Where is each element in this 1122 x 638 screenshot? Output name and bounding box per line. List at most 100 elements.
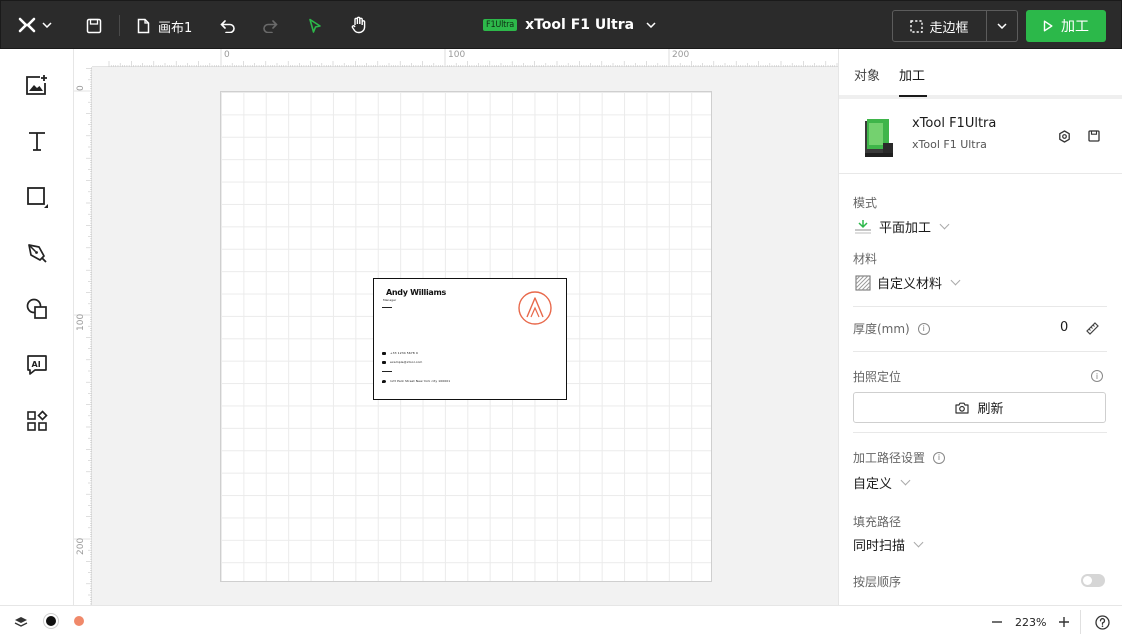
- pen-tool[interactable]: [22, 238, 52, 268]
- card-phone-text: +33 1234 5678 9: [390, 351, 418, 355]
- card-role-text: Manager: [383, 298, 397, 302]
- text-tool[interactable]: [22, 126, 52, 156]
- flat-laser-icon: [855, 219, 871, 234]
- panel-divider: [853, 432, 1107, 433]
- panel-tabs: 对象 加工: [839, 49, 1122, 99]
- email-icon: [382, 360, 386, 364]
- dashed-square-icon: [910, 19, 924, 33]
- select-tool-button[interactable]: [304, 15, 326, 37]
- right-panel: 对象 加工 xTool F1Ultra xTool F1 Ultra 模式 平面…: [838, 49, 1122, 605]
- plus-icon: [1059, 617, 1069, 627]
- tab-process[interactable]: 加工: [899, 65, 925, 84]
- layer-order-toggle[interactable]: [1081, 574, 1105, 587]
- document-icon: [137, 18, 150, 34]
- mode-label: 模式: [853, 196, 878, 210]
- layers-button[interactable]: [12, 614, 30, 630]
- pen-nib-icon: [28, 244, 47, 263]
- shapes-library-tool[interactable]: [22, 294, 52, 324]
- color-swatch: [46, 616, 56, 626]
- panel-divider: [853, 351, 1107, 352]
- redo-button[interactable]: [259, 15, 281, 37]
- frame-options-dropdown[interactable]: [987, 11, 1017, 41]
- mode-value: 平面加工: [879, 221, 932, 236]
- hand-icon: [351, 16, 366, 34]
- text-t-icon: [29, 132, 45, 151]
- undo-button[interactable]: [217, 15, 239, 37]
- ruler-left-label: 200: [76, 537, 86, 555]
- save-button[interactable]: [83, 15, 105, 37]
- info-icon[interactable]: i: [917, 322, 930, 335]
- business-card-object[interactable]: Andy Williams Manager +33 1234 5678 9 ex…: [373, 278, 567, 400]
- material-select[interactable]: 自定义材料: [855, 273, 961, 292]
- apps-tool[interactable]: [22, 406, 52, 436]
- play-icon: [1043, 20, 1053, 32]
- panel-divider: [853, 306, 1107, 307]
- ruler-measure-icon: [1085, 321, 1099, 335]
- chevron-down-icon: [997, 23, 1007, 29]
- refresh-label: 刷新: [977, 402, 1004, 417]
- ai-chat-icon: AI: [27, 355, 47, 375]
- fill-path-select[interactable]: 同时扫描: [853, 535, 924, 554]
- apps-grid-icon: [27, 410, 48, 431]
- top-bar: 画布1 F1Ultra xTool F1 Ultra 走边框 加工: [0, 0, 1122, 49]
- bottom-bar: 223%: [0, 605, 1122, 638]
- process-label: 加工: [1061, 19, 1089, 35]
- device-save-button[interactable]: [1087, 129, 1101, 143]
- app-menu-button[interactable]: [15, 15, 55, 35]
- layer-color-black[interactable]: [46, 616, 56, 626]
- redo-icon: [263, 20, 278, 33]
- help-question-icon: [1094, 614, 1110, 630]
- tab-object[interactable]: 对象: [854, 65, 880, 84]
- thickness-row: 厚度(mm) i: [853, 320, 930, 337]
- work-area-grid[interactable]: Andy Williams Manager +33 1234 5678 9 ex…: [220, 91, 712, 582]
- zoom-in-button[interactable]: [1057, 615, 1071, 629]
- square-shape-icon: [27, 187, 48, 208]
- zoom-out-button[interactable]: [990, 615, 1004, 629]
- ruler-top-label: 0: [224, 50, 230, 60]
- device-selector[interactable]: F1Ultra xTool F1 Ultra: [483, 14, 656, 36]
- card-logo-icon: [518, 291, 552, 325]
- thickness-value[interactable]: 0: [1060, 320, 1068, 335]
- undo-icon: [220, 20, 235, 33]
- frame-label: 走边框: [929, 20, 969, 36]
- device-settings-button[interactable]: [1057, 129, 1071, 143]
- chevron-down-icon: [42, 22, 52, 28]
- mode-select[interactable]: 平面加工: [853, 217, 950, 236]
- info-icon[interactable]: i: [933, 451, 946, 464]
- card-address-text: 123 Park Street New York city 100001: [390, 379, 451, 383]
- save-icon: [86, 18, 102, 34]
- ruler-left-ticks: [74, 68, 92, 605]
- refresh-button[interactable]: 刷新: [853, 392, 1106, 423]
- laser-machine-icon: [865, 119, 893, 157]
- measure-button[interactable]: [1085, 321, 1099, 335]
- pan-tool-button[interactable]: [348, 14, 370, 36]
- fill-path-value: 同时扫描: [853, 539, 906, 554]
- card-name-text: Andy Williams: [386, 288, 447, 297]
- svg-text:AI: AI: [32, 360, 41, 369]
- shape-tool[interactable]: [22, 182, 52, 212]
- camera-position-label: 拍照定位: [853, 370, 902, 384]
- card-email-row: example@xtool.com: [382, 360, 422, 364]
- toolbar-divider: [119, 15, 120, 36]
- help-button[interactable]: [1094, 614, 1110, 630]
- thickness-label: 厚度(mm): [853, 322, 910, 336]
- path-setting-value: 自定义: [853, 477, 893, 492]
- save-icon: [1088, 130, 1100, 142]
- ai-tool[interactable]: AI: [22, 350, 52, 380]
- canvas-tab[interactable]: 画布1: [137, 15, 192, 37]
- ruler-top-label: 200: [672, 50, 690, 60]
- panel-divider: [839, 173, 1122, 174]
- device-badge: F1Ultra: [483, 19, 518, 31]
- frame-button[interactable]: 走边框: [893, 11, 987, 41]
- path-setting-label: 加工路径设置: [853, 451, 926, 465]
- active-tab-indicator: [899, 95, 927, 97]
- path-setting-select[interactable]: 自定义: [853, 473, 911, 492]
- image-add-icon: [26, 75, 47, 95]
- canvas-area[interactable]: 0 100 200 0 100 200 Andy Williams Manage…: [74, 49, 838, 605]
- add-image-tool[interactable]: [22, 70, 52, 100]
- bottom-divider: [1080, 610, 1081, 634]
- process-button[interactable]: 加工: [1026, 10, 1106, 42]
- info-icon[interactable]: i: [1091, 370, 1103, 382]
- layer-color-orange[interactable]: [74, 616, 84, 626]
- fill-path-label: 填充路径: [853, 515, 902, 529]
